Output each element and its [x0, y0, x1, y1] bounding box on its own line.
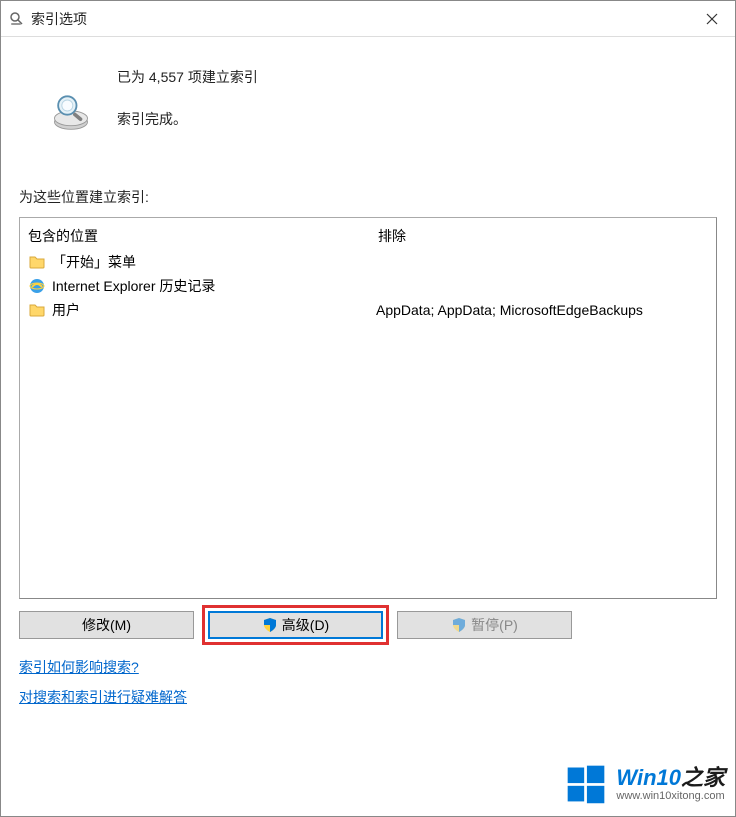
index-done-text: 索引完成。 — [117, 109, 258, 129]
location-name: 「开始」菜单 — [52, 252, 376, 272]
list-item[interactable]: 用户AppData; AppData; MicrosoftEdgeBackups — [28, 300, 708, 320]
window-title-text: 索引选项 — [31, 9, 87, 29]
shield-icon — [262, 617, 278, 633]
watermark: Win10之家 www.win10xitong.com — [564, 762, 725, 806]
folder-icon — [28, 253, 46, 271]
pause-button-label: 暂停(P) — [471, 615, 518, 635]
window-title: 索引选项 — [9, 9, 87, 29]
help-links: 索引如何影响搜索? 对搜索和索引进行疑难解答 — [19, 657, 717, 717]
ie-icon — [28, 277, 46, 295]
index-status: 已为 4,557 项建立索引 索引完成。 — [19, 55, 717, 153]
close-button[interactable] — [689, 1, 735, 37]
advanced-button-highlight: 高级(D) — [202, 605, 389, 645]
locations-list: 包含的位置 排除 「开始」菜单Internet Explorer 历史记录用户A… — [19, 217, 717, 599]
location-name: Internet Explorer 历史记录 — [52, 276, 376, 296]
windows-logo-icon — [564, 762, 608, 806]
dialog-content: 已为 4,557 项建立索引 索引完成。 为这些位置建立索引: 包含的位置 排除… — [1, 37, 735, 717]
folder-icon — [28, 301, 46, 319]
header-excluded: 排除 — [378, 226, 708, 246]
pause-button[interactable]: 暂停(P) — [397, 611, 572, 639]
close-icon — [706, 13, 718, 25]
watermark-sub: www.win10xitong.com — [616, 790, 725, 802]
list-item[interactable]: Internet Explorer 历史记录 — [28, 276, 708, 296]
link-how-indexing-affects-search[interactable]: 索引如何影响搜索? — [19, 657, 139, 677]
titlebar: 索引选项 — [1, 1, 735, 37]
list-item[interactable]: 「开始」菜单 — [28, 252, 708, 272]
shield-icon — [451, 617, 467, 633]
list-header: 包含的位置 排除 — [20, 218, 716, 252]
modify-button-label: 修改(M) — [82, 615, 131, 635]
index-options-icon — [9, 11, 25, 27]
watermark-title: Win10之家 — [616, 766, 725, 790]
button-row: 修改(M) 高级(D) 暂停(P) — [19, 611, 717, 639]
location-exclude: AppData; AppData; MicrosoftEdgeBackups — [376, 302, 708, 318]
modify-button[interactable]: 修改(M) — [19, 611, 194, 639]
location-name: 用户 — [52, 300, 376, 320]
index-count-text: 已为 4,557 项建立索引 — [117, 67, 258, 87]
advanced-button[interactable]: 高级(D) — [208, 611, 383, 639]
list-body: 「开始」菜单Internet Explorer 历史记录用户AppData; A… — [28, 252, 708, 324]
header-included: 包含的位置 — [28, 226, 378, 246]
advanced-button-label: 高级(D) — [282, 615, 329, 635]
magnifier-drive-icon — [49, 89, 93, 133]
link-troubleshoot-search-indexing[interactable]: 对搜索和索引进行疑难解答 — [19, 687, 187, 707]
locations-label: 为这些位置建立索引: — [19, 187, 717, 207]
